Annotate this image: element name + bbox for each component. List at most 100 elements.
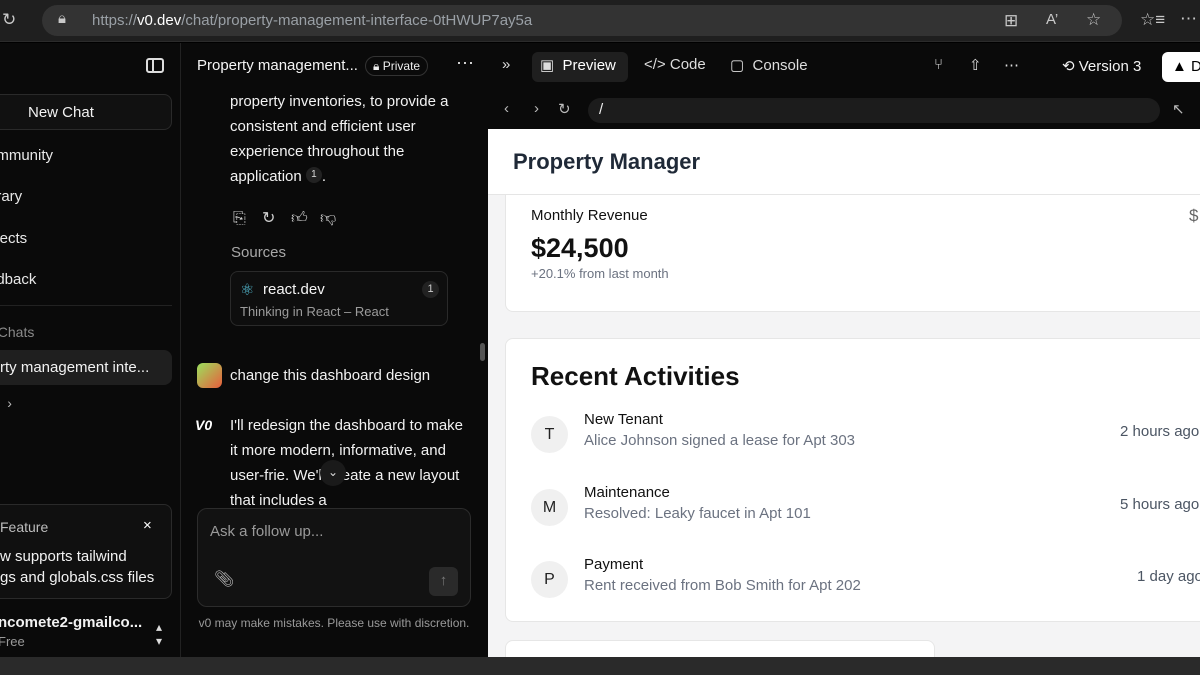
tab-preview[interactable]: ▣ Preview [540, 56, 616, 74]
disclaimer-text: v0 may make mistakes. Please use with di… [198, 616, 470, 630]
tab-console[interactable]: ▢ Console [730, 56, 808, 74]
private-badge[interactable]: 🔒︎ Private [365, 56, 429, 76]
chat-header: Property management... 🔒︎ Private ⋯ [181, 43, 488, 91]
read-aloud-icon[interactable]: A’ [1046, 11, 1058, 28]
dollar-icon: $ [1189, 206, 1199, 225]
lock-icon: 🔒︎ [373, 59, 380, 73]
revenue-change: +20.1% from last month [531, 266, 669, 281]
activity-title: Maintenance [584, 484, 670, 501]
user-avatar [197, 363, 222, 388]
close-icon[interactable]: × [143, 517, 152, 534]
recent-chats-label: t Chats [0, 324, 35, 340]
forward-icon[interactable]: › [534, 100, 539, 117]
scroll-down-icon[interactable]: ⌄ [320, 460, 346, 486]
activity-avatar: P [531, 561, 568, 598]
send-button[interactable]: ↑ [429, 567, 458, 596]
activity-time: 5 hours ago [1120, 496, 1200, 513]
revenue-value: $24,500 [531, 233, 629, 263]
attach-icon[interactable]: 📎︎ [214, 569, 234, 589]
history-icon: ⟲ [1062, 58, 1075, 75]
sidebar-item-community[interactable]: ommunity [0, 147, 53, 164]
sidebar: New Chat ommunity brary ojects edback t … [0, 43, 181, 657]
reload-icon[interactable]: ↻ [2, 10, 16, 30]
more-menu-icon[interactable]: ⋯ [1180, 9, 1197, 29]
reference-badge[interactable]: 1 [305, 167, 322, 183]
preview-toolbar: » ▣ Preview </> Code ▢ Console ⑂ ⇧ ⋯ ⟲ V… [488, 43, 1200, 91]
feature-announcement: Feature × w supports tailwind gs and glo… [0, 504, 172, 599]
version-selector[interactable]: ⟲ Version 3 [1062, 57, 1141, 75]
activity-time: 2 hours ago [1120, 423, 1200, 440]
new-chat-label: New Chat [28, 104, 94, 121]
activity-item: T New Tenant Alice Johnson signed a leas… [531, 411, 1200, 461]
back-icon[interactable]: ‹ [504, 100, 509, 117]
sidebar-toggle-icon[interactable] [146, 58, 164, 73]
deploy-button[interactable]: ▲ D [1162, 52, 1200, 82]
source-subtitle: Thinking in React – React [240, 304, 389, 319]
favorites-icon[interactable]: ☆≡ [1140, 10, 1165, 30]
more-icon[interactable]: ⋯ [1004, 56, 1019, 74]
assistant-message: I'll redesign the dashboard to make it m… [230, 417, 464, 509]
new-chat-button[interactable]: New Chat [0, 94, 172, 130]
account-name: ncomete2-gmailco... [0, 614, 143, 631]
screen: ↻ 🔒︎ https://v0.dev/chat/property-manage… [0, 0, 1200, 675]
feature-title: Feature [0, 519, 49, 535]
activity-description: Resolved: Leaky faucet in Apt 101 [584, 505, 811, 522]
share-icon[interactable]: ⇧ [969, 56, 982, 74]
fork-icon[interactable]: ⑂ [934, 56, 943, 73]
activity-description: Alice Johnson signed a lease for Apt 303 [584, 432, 856, 449]
address-bar[interactable]: 🔒︎ https://v0.dev/chat/property-manageme… [42, 5, 1122, 36]
thumbs-up-icon[interactable]: 👍︎ [291, 209, 313, 228]
code-icon: </> [644, 56, 666, 73]
activity-item: M Maintenance Resolved: Leaky faucet in … [531, 484, 1200, 534]
activity-item: P Payment Rent received from Bob Smith f… [531, 556, 1200, 606]
chat-panel: property inventories, to provide a consi… [181, 43, 488, 657]
sidebar-item-library[interactable]: brary [0, 188, 22, 205]
recent-activities-card: Recent Activities T New Tenant Alice Joh… [505, 338, 1200, 622]
chat-scrollbar[interactable] [480, 343, 485, 361]
message-actions: ⎘ ↻ 👍︎ 👎︎ [233, 208, 349, 228]
preview-canvas: Property Manager Monthly Revenue $ $24,5… [488, 129, 1200, 657]
url-text[interactable]: https://v0.dev/chat/property-management-… [92, 12, 532, 29]
sidebar-item-feedback[interactable]: edback [0, 271, 36, 288]
source-name: react.dev [263, 281, 325, 298]
app-title: Property Manager [513, 149, 701, 174]
activity-description: Rent received from Bob Smith for Apt 202 [584, 577, 861, 594]
sources-label: Sources [231, 244, 287, 261]
revenue-card: Monthly Revenue $ $24,500 +20.1% from la… [505, 195, 1200, 312]
revenue-label: Monthly Revenue [531, 207, 648, 224]
source-badge: 1 [422, 281, 439, 298]
activity-avatar: T [531, 416, 568, 453]
source-card[interactable]: ⚛ react.dev Thinking in React – React 1 [230, 271, 448, 326]
browser-window-icon: ▣ [540, 57, 555, 74]
browser-chrome: ↻ 🔒︎ https://v0.dev/chat/property-manage… [0, 0, 1200, 42]
chat-more-icon[interactable]: ⋯ [456, 53, 475, 74]
assistant-message-previous: property inventories, to provide a consi… [230, 93, 449, 185]
collapse-icon[interactable]: » [502, 56, 510, 73]
terminal-icon: ▢ [730, 57, 745, 74]
copy-icon[interactable]: ⎘ [233, 210, 255, 228]
sidebar-divider [0, 305, 172, 306]
chat-title[interactable]: Property management... [197, 57, 358, 74]
next-card-partial [505, 640, 935, 657]
activity-time: 1 day ago [1137, 568, 1200, 585]
view-all-link[interactable]: ll› [0, 395, 12, 411]
app-header: Property Manager [488, 129, 1200, 195]
sidebar-chat-active[interactable]: rty management inte... [0, 350, 172, 385]
preview-path-input[interactable]: / [588, 98, 1160, 123]
triangle-icon: ▲ [1172, 58, 1187, 75]
chevron-right-icon: › [7, 395, 12, 411]
chevron-up-down-icon: ▴ ▾ [156, 620, 163, 648]
thumbs-down-icon[interactable]: 👎︎ [320, 209, 342, 228]
favorite-star-icon[interactable]: ☆ [1086, 10, 1101, 30]
regenerate-icon[interactable]: ↻ [262, 208, 284, 228]
select-element-icon[interactable]: ↖ [1172, 100, 1185, 118]
refresh-icon[interactable]: ↻ [558, 100, 571, 118]
lock-icon[interactable]: 🔒︎ [58, 10, 66, 27]
recent-activities-title: Recent Activities [531, 361, 740, 391]
active-chat-label: rty management inte... [0, 359, 150, 376]
follow-up-input[interactable]: Ask a follow up... 📎︎ ↑ [197, 508, 471, 607]
sidebar-item-projects[interactable]: ojects [0, 230, 27, 247]
apps-icon[interactable]: ⊞ [1004, 11, 1018, 31]
account-plan: Free [0, 634, 25, 649]
tab-code[interactable]: </> Code [644, 56, 706, 73]
